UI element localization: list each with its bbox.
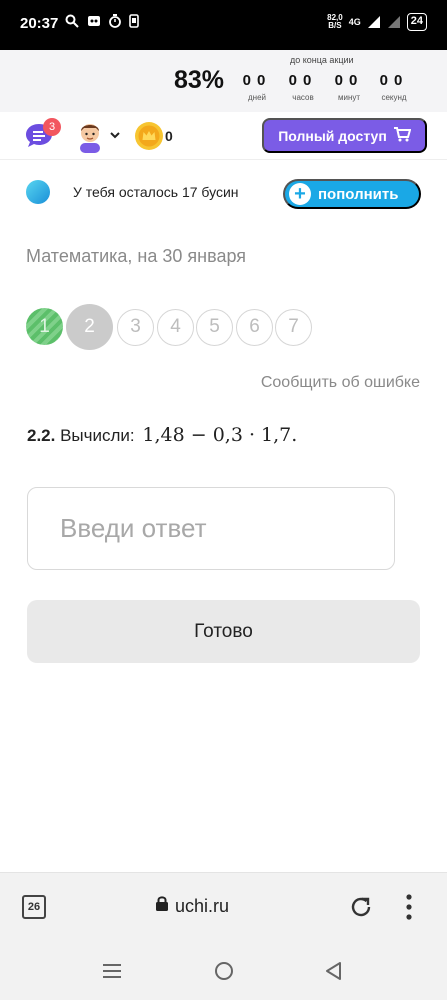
submit-button[interactable]: Готово [27,600,420,663]
countdown-hours: 00 часов [288,72,318,102]
signal-icon [367,15,381,29]
question-expression: 1,48 − 0,3 · 1,7. [142,424,298,446]
question-prompt: Вычисли: [60,426,135,445]
promo-banner[interactable]: до конца акции 83% 00 дней 00 часов 00 м… [0,50,447,112]
promo-discount: 83% [174,66,225,94]
phone-icon [129,14,139,32]
search-icon [65,14,79,32]
step-1[interactable]: 1 [26,308,63,345]
report-error-link[interactable]: Сообщить об ошибке [261,374,420,392]
countdown-minutes: 00 минут [334,72,364,102]
lock-icon [155,895,169,917]
lesson-title: Математика, на 30 января [26,246,247,266]
step-7[interactable]: 7 [275,309,312,346]
avatar[interactable] [76,119,104,153]
step-2[interactable]: 2 [66,304,113,350]
chat-unread-badge: 3 [43,118,61,136]
reload-icon[interactable] [348,894,374,920]
app-notification-icon [87,15,101,31]
plus-icon: + [289,183,311,205]
status-time: 20:37 [20,15,59,32]
step-3[interactable]: 3 [117,309,154,346]
network-speed: 82,0 B/S [327,13,343,30]
answer-input[interactable] [27,487,395,570]
step-6[interactable]: 6 [236,309,273,346]
countdown-seconds: 00 секунд [379,72,409,102]
topup-button[interactable]: + пополнить [283,179,421,209]
tabs-count-button[interactable]: 26 [22,895,46,919]
recents-icon[interactable] [100,959,124,983]
question-text: 2.2. Вычисли: 1,48 − 0,3 · 1,7. [27,424,297,446]
back-icon[interactable] [322,959,346,983]
step-4[interactable]: 4 [157,309,194,346]
status-bar: 20:37 82,0 B/S 4G 24 [0,0,447,50]
network-type: 4G [348,17,361,27]
full-access-button[interactable]: Полный доступ [262,118,427,153]
address-bar[interactable]: uchi.ru [155,895,229,917]
beads-text: У тебя осталось 17 бусин [73,184,239,200]
step-5[interactable]: 5 [196,309,233,346]
system-navigation-bar [0,942,447,1000]
bead-icon [26,180,50,204]
question-number: 2.2. [27,426,56,445]
beads-balance: У тебя осталось 17 бусин + пополнить [0,170,447,218]
url-text: uchi.ru [175,895,230,916]
timer-icon [109,14,121,32]
battery-icon: 24 [406,13,427,31]
home-icon[interactable] [212,959,236,983]
more-options-icon[interactable] [404,893,414,921]
crown-coin-icon[interactable] [134,121,164,151]
countdown-days: 00 дней [242,72,272,102]
cart-icon [393,126,412,145]
full-access-label: Полный доступ [278,127,387,144]
coin-count: 0 [165,128,173,144]
top-nav: 3 0 Полный доступ [0,112,447,160]
topup-label: пополнить [318,185,399,203]
promo-caption: до конца акции [290,55,354,65]
signal-icon-secondary [387,15,401,29]
status-notification-icons [65,14,139,32]
browser-toolbar: 26 uchi.ru [0,872,447,942]
chevron-down-icon[interactable] [110,128,120,142]
